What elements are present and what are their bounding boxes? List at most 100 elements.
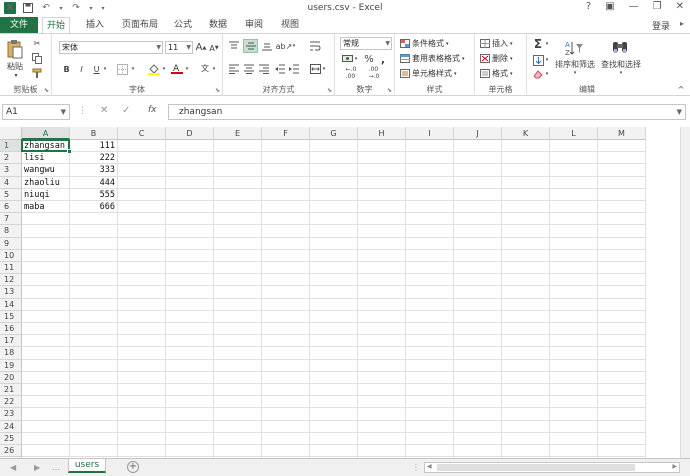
cell-b23[interactable] — [70, 408, 118, 421]
cell-j2[interactable] — [454, 152, 502, 165]
cell-a26[interactable] — [22, 445, 70, 458]
cell-i6[interactable] — [406, 201, 454, 214]
name-box-dropdown-icon[interactable]: ▼ — [61, 105, 66, 119]
sheet-tab-users[interactable]: users — [68, 459, 106, 473]
cell-m8[interactable] — [598, 225, 646, 238]
cell-l19[interactable] — [550, 359, 598, 372]
cell-h23[interactable] — [358, 408, 406, 421]
cell-l22[interactable] — [550, 396, 598, 409]
row-header-23[interactable]: 23 — [0, 408, 22, 421]
cell-l9[interactable] — [550, 237, 598, 250]
cut-icon[interactable]: ✂ — [30, 37, 44, 49]
cell-e5[interactable] — [214, 188, 262, 201]
cell-d2[interactable] — [166, 152, 214, 165]
merge-center-icon[interactable] — [309, 63, 321, 75]
cell-i21[interactable] — [406, 384, 454, 397]
row-header-11[interactable]: 11 — [0, 262, 22, 275]
column-header-i[interactable]: I — [406, 127, 454, 140]
minimize-button[interactable]: — — [629, 1, 639, 12]
row-header-5[interactable]: 5 — [0, 188, 22, 201]
cell-c4[interactable] — [118, 176, 166, 189]
cell-f19[interactable] — [262, 359, 310, 372]
cell-e13[interactable] — [214, 286, 262, 299]
cell-e23[interactable] — [214, 408, 262, 421]
cell-d19[interactable] — [166, 359, 214, 372]
italic-button[interactable]: I — [76, 63, 87, 75]
cell-j11[interactable] — [454, 262, 502, 275]
wrap-text-icon[interactable] — [309, 40, 321, 52]
cell-k8[interactable] — [502, 225, 550, 238]
cell-g1[interactable] — [310, 140, 358, 153]
cell-m26[interactable] — [598, 445, 646, 458]
cell-j16[interactable] — [454, 323, 502, 336]
cell-h16[interactable] — [358, 323, 406, 336]
cell-i4[interactable] — [406, 176, 454, 189]
cell-l6[interactable] — [550, 201, 598, 214]
cell-c5[interactable] — [118, 188, 166, 201]
cell-f14[interactable] — [262, 298, 310, 311]
cell-h5[interactable] — [358, 188, 406, 201]
row-header-19[interactable]: 19 — [0, 359, 22, 372]
cell-i3[interactable] — [406, 164, 454, 177]
cell-d16[interactable] — [166, 323, 214, 336]
cell-a24[interactable] — [22, 420, 70, 433]
cell-a10[interactable] — [22, 249, 70, 262]
row-header-15[interactable]: 15 — [0, 310, 22, 323]
cell-a3[interactable]: wangwu — [22, 164, 70, 177]
cell-c10[interactable] — [118, 249, 166, 262]
cell-d11[interactable] — [166, 262, 214, 275]
cell-j23[interactable] — [454, 408, 502, 421]
cell-d12[interactable] — [166, 274, 214, 287]
cell-h8[interactable] — [358, 225, 406, 238]
insert-function-button[interactable]: fx — [148, 105, 157, 115]
cell-f12[interactable] — [262, 274, 310, 287]
format-cells-button[interactable]: 格式 ▾ — [480, 68, 513, 79]
cell-k14[interactable] — [502, 298, 550, 311]
cell-c25[interactable] — [118, 432, 166, 445]
name-box[interactable]: A1 ▼ — [2, 104, 70, 120]
cell-f6[interactable] — [262, 201, 310, 214]
cell-f13[interactable] — [262, 286, 310, 299]
increase-indent-icon[interactable] — [288, 63, 300, 75]
sheet-more-icon[interactable]: … — [52, 463, 60, 472]
cell-k1[interactable] — [502, 140, 550, 153]
cell-g10[interactable] — [310, 249, 358, 262]
column-header-c[interactable]: C — [118, 127, 166, 140]
fill-color-icon[interactable] — [147, 63, 161, 75]
cell-m4[interactable] — [598, 176, 646, 189]
cell-i11[interactable] — [406, 262, 454, 275]
cell-e18[interactable] — [214, 347, 262, 360]
cell-d7[interactable] — [166, 213, 214, 226]
cell-c3[interactable] — [118, 164, 166, 177]
confirm-entry-icon[interactable]: ✓ — [122, 105, 130, 116]
cell-l11[interactable] — [550, 262, 598, 275]
formula-expand-icon[interactable]: ▼ — [677, 105, 682, 119]
cell-c15[interactable] — [118, 310, 166, 323]
cell-b24[interactable] — [70, 420, 118, 433]
cell-a14[interactable] — [22, 298, 70, 311]
cell-g3[interactable] — [310, 164, 358, 177]
cell-h20[interactable] — [358, 371, 406, 384]
cell-h24[interactable] — [358, 420, 406, 433]
font-color-icon[interactable]: A — [170, 62, 184, 75]
cell-a6[interactable]: maba — [22, 201, 70, 214]
cell-m22[interactable] — [598, 396, 646, 409]
cell-a1[interactable]: zhangsan — [22, 140, 70, 153]
delete-cells-button[interactable]: 删除 ▾ — [480, 53, 513, 64]
cell-f7[interactable] — [262, 213, 310, 226]
row-header-24[interactable]: 24 — [0, 420, 22, 433]
cell-e20[interactable] — [214, 371, 262, 384]
cell-m9[interactable] — [598, 237, 646, 250]
orientation-icon[interactable]: ab↗ — [276, 40, 293, 52]
cell-h4[interactable] — [358, 176, 406, 189]
cell-a22[interactable] — [22, 396, 70, 409]
cell-g17[interactable] — [310, 335, 358, 348]
cell-k3[interactable] — [502, 164, 550, 177]
cell-j8[interactable] — [454, 225, 502, 238]
cell-l4[interactable] — [550, 176, 598, 189]
cell-m16[interactable] — [598, 323, 646, 336]
cell-m2[interactable] — [598, 152, 646, 165]
cell-d22[interactable] — [166, 396, 214, 409]
fill-handle[interactable] — [67, 149, 72, 155]
cell-f15[interactable] — [262, 310, 310, 323]
